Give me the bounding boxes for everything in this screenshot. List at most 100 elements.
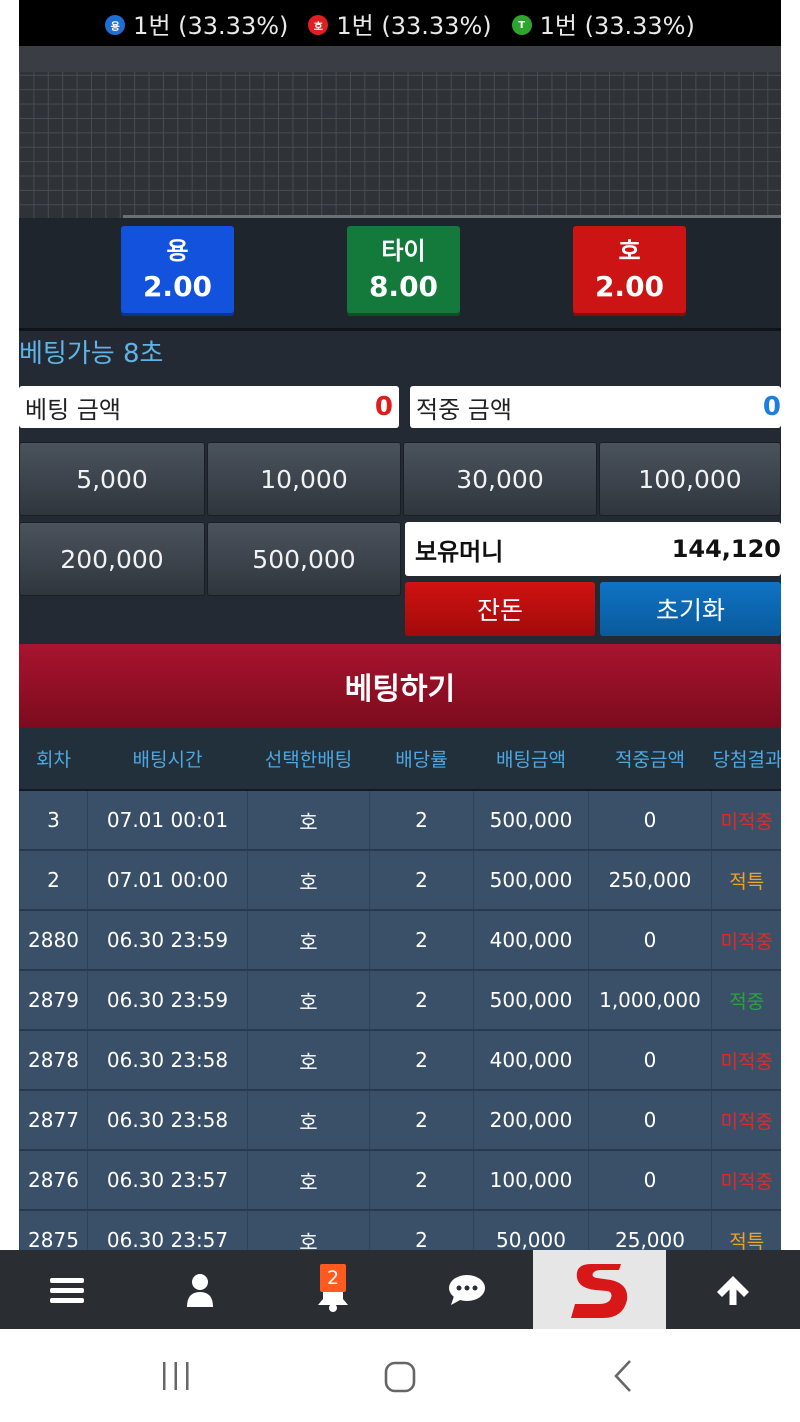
cell-choice: 호 [247,909,370,970]
cell-odds: 2 [369,1089,474,1150]
bet-amount-value: 0 [374,392,393,422]
menu-icon [49,1277,84,1303]
balance-value: 144,120 [671,535,781,563]
table-header-row: 회차 배팅시간 선택한배팅 배당률 배팅금액 적중금액 당첨결과 [19,728,781,791]
bet-amount-field: 베팅 금액 0 [19,386,399,428]
nav-chat-button[interactable] [400,1250,533,1329]
cell-round: 2879 [19,969,88,1030]
arrow-up-icon [717,1275,749,1305]
cell-odds: 2 [369,1209,474,1250]
col-odds: 배당률 [369,728,474,791]
bet-tiger-button[interactable]: 호 2.00 [573,226,686,316]
cell-amount: 500,000 [473,789,589,850]
cell-amount: 100,000 [473,1149,589,1210]
recent-apps-icon[interactable] [160,1361,192,1391]
cell-time: 06.30 23:59 [87,909,248,970]
bet-tie-button[interactable]: 타이 8.00 [347,226,460,316]
chip-30000-button[interactable]: 30,000 [403,442,597,516]
table-row: 2879 06.30 23:59 호 2 500,000 1,000,000 적… [19,969,781,1030]
stat-dragon: 용 1번 (33.33%) [105,6,288,41]
cell-win: 25,000 [588,1209,712,1250]
bottom-nav [0,1250,800,1329]
win-amount-value: 0 [762,392,781,422]
cell-round: 3 [19,789,88,850]
tie-dot-icon: T [511,15,532,35]
cell-amount: 50,000 [473,1209,589,1250]
nav-menu-button[interactable] [0,1250,133,1329]
cell-result: 적특 [711,1209,781,1250]
place-bet-button[interactable]: 베팅하기 [19,644,781,728]
bet-tie-odds: 8.00 [368,270,439,303]
bet-dragon-button[interactable]: 용 2.00 [121,226,234,316]
table-row: 2880 06.30 23:59 호 2 400,000 0 미적중 [19,909,781,970]
cell-amount: 400,000 [473,909,589,970]
chip-100000-button[interactable]: 100,000 [599,442,781,516]
bet-history-table: 회차 배팅시간 선택한배팅 배당률 배팅금액 적중금액 당첨결과 3 07.01… [19,728,781,1250]
cell-choice: 호 [247,969,370,1030]
nav-home-logo-button[interactable] [533,1250,666,1329]
cell-time: 06.30 23:57 [87,1149,248,1210]
chip-200000-button[interactable]: 200,000 [19,522,205,596]
road-header-strip [19,46,781,72]
cell-round: 2875 [19,1209,88,1250]
chat-icon [448,1274,485,1305]
game-frame: 용 1번 (33.33%) 호 1번 (33.33%) T 1번 (33.33%… [19,0,781,1250]
bet-dragon-odds: 2.00 [142,270,213,303]
cell-choice: 호 [247,1089,370,1150]
stat-dragon-text: 1번 (33.33%) [133,11,289,40]
back-icon[interactable] [612,1359,636,1393]
table-row: 2875 06.30 23:57 호 2 50,000 25,000 적특 [19,1209,781,1250]
cell-win: 250,000 [588,849,712,910]
nav-scroll-top-button[interactable] [666,1250,800,1329]
cell-win: 0 [588,909,712,970]
table-row: 2876 06.30 23:57 호 2 100,000 0 미적중 [19,1149,781,1210]
stat-tiger-text: 1번 (33.33%) [336,11,492,40]
cell-result: 미적중 [711,1089,781,1150]
chip-10000-button[interactable]: 10,000 [207,442,401,516]
cell-round: 2877 [19,1089,88,1150]
change-button[interactable]: 잔돈 [405,582,595,636]
chip-500000-button[interactable]: 500,000 [207,522,401,596]
betting-timer: 베팅가능 8초 [19,339,164,369]
cell-time: 06.30 23:59 [87,969,248,1030]
stat-tie-text: 1번 (33.33%) [539,11,695,40]
bet-tiger-label: 호 [618,237,641,265]
col-time: 배팅시간 [87,728,248,791]
table-row: 2878 06.30 23:58 호 2 400,000 0 미적중 [19,1029,781,1090]
stat-tiger: 호 1번 (33.33%) [308,6,492,41]
cell-result: 미적중 [711,1029,781,1090]
table-row: 2877 06.30 23:58 호 2 200,000 0 미적중 [19,1089,781,1150]
cell-round: 2 [19,849,88,910]
cell-time: 07.01 00:00 [87,849,248,910]
cell-odds: 2 [369,969,474,1030]
tiger-dot-icon: 호 [308,15,329,35]
reset-button[interactable]: 초기화 [600,582,781,636]
notification-badge: 2 [320,1264,346,1292]
cell-time: 06.30 23:57 [87,1209,248,1250]
cell-time: 06.30 23:58 [87,1029,248,1090]
col-round: 회차 [19,728,88,791]
cell-win: 0 [588,1089,712,1150]
chip-5000-button[interactable]: 5,000 [19,442,205,516]
bet-amount-label: 베팅 금액 [25,395,121,424]
cell-odds: 2 [369,789,474,850]
cell-choice: 호 [247,1149,370,1210]
logo-icon [570,1263,627,1318]
table-row: 3 07.01 00:01 호 2 500,000 0 미적중 [19,789,781,850]
cell-result: 미적중 [711,1149,781,1210]
cell-odds: 2 [369,1149,474,1210]
cell-choice: 호 [247,789,370,850]
cell-choice: 호 [247,1029,370,1090]
home-icon[interactable] [384,1361,416,1393]
bet-tiger-odds: 2.00 [594,270,665,303]
bet-dragon-label: 용 [166,237,189,265]
cell-amount: 500,000 [473,969,589,1030]
cell-win: 0 [588,789,712,850]
nav-profile-button[interactable] [133,1250,266,1329]
stat-tie: T 1번 (33.33%) [511,6,695,41]
cell-amount: 200,000 [473,1089,589,1150]
cell-odds: 2 [369,1029,474,1090]
table-row: 2 07.01 00:00 호 2 500,000 250,000 적특 [19,849,781,910]
bet-tie-label: 타이 [381,237,426,265]
win-amount-label: 적중 금액 [416,395,512,424]
